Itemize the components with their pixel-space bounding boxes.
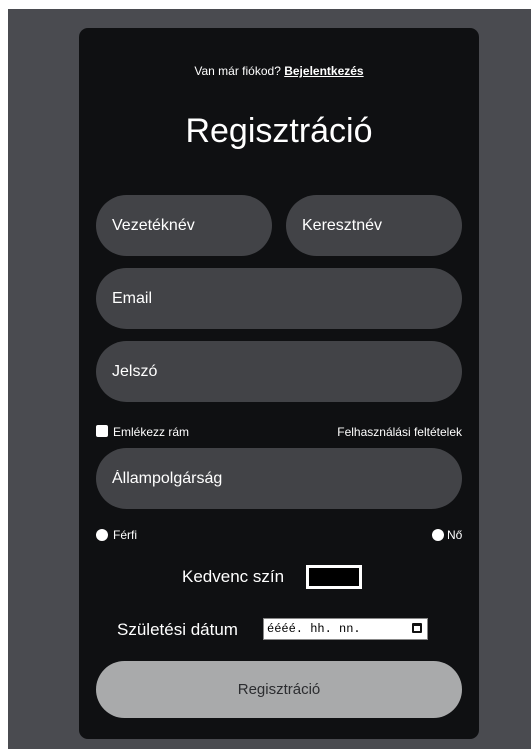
gender-male-radio[interactable] [96,529,108,541]
page-title: Regisztráció [185,112,373,150]
birth-date-input[interactable]: éééé. hh. nn. [263,618,428,640]
login-prompt-line: Van már fiókod? Bejelentkezés [79,64,479,78]
password-input[interactable] [96,341,462,402]
remember-checkbox[interactable] [96,425,108,437]
login-link[interactable]: Bejelentkezés [284,64,363,78]
last-name-input[interactable] [96,195,272,256]
page-left-edge [0,0,8,749]
login-prompt-text: Van már fiókod? [194,64,281,78]
terms-link[interactable]: Felhasználási feltételek [337,425,462,439]
birth-date-row: Születési dátum éééé. hh. nn. [117,618,447,646]
register-button[interactable]: Regisztráció [96,661,462,718]
page-top-edge [0,0,531,9]
birth-date-placeholder: éééé. hh. nn. [267,622,361,636]
gender-row: Férfi Nő [96,528,464,548]
remember-label[interactable]: Emlékezz rám [113,425,189,439]
calendar-icon[interactable] [412,623,422,633]
favorite-color-picker[interactable] [306,565,362,589]
gender-male-label[interactable]: Férfi [113,528,137,542]
citizenship-input[interactable] [96,448,462,509]
gender-female-radio[interactable] [432,529,444,541]
gender-female-label[interactable]: Nő [447,528,462,542]
email-input[interactable] [96,268,462,329]
favorite-color-row: Kedvenc szín [182,565,422,595]
favorite-color-label: Kedvenc szín [182,567,285,586]
first-name-input[interactable] [286,195,462,256]
birth-date-label: Születési dátum [117,620,238,639]
options-row: Emlékezz rám Felhasználási feltételek [96,423,462,443]
registration-card: Van már fiókod? Bejelentkezés Regisztrác… [79,28,479,739]
